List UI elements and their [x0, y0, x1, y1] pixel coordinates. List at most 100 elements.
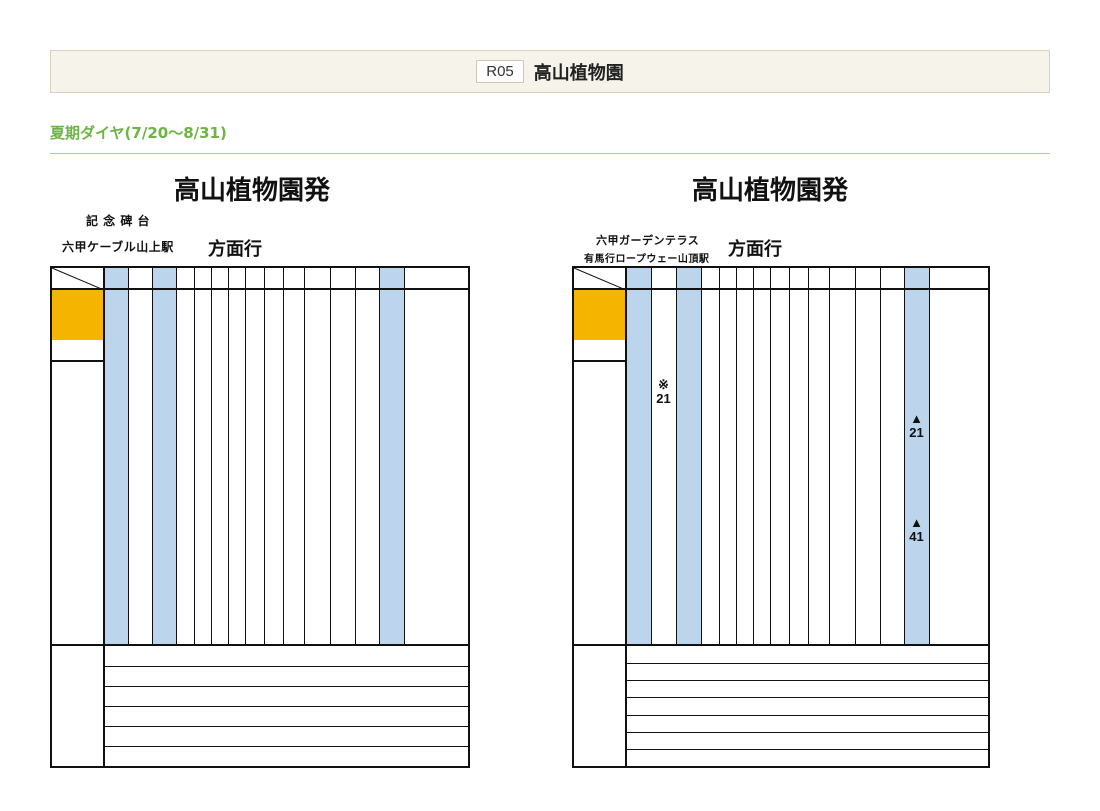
hour-header	[789, 267, 808, 289]
hour-stripe	[676, 290, 701, 644]
destination-suffix: 方面行	[728, 239, 782, 260]
corner-diagonal	[51, 267, 104, 290]
column-line	[404, 266, 405, 644]
stop-header: R05 高山植物園	[50, 50, 1050, 93]
column-line	[283, 266, 284, 644]
hour-header	[808, 267, 829, 289]
hour-header	[880, 267, 904, 289]
hour-header	[753, 267, 770, 289]
column-line	[194, 266, 195, 644]
hour-header	[904, 267, 929, 289]
timetable-grid-left	[50, 266, 470, 768]
column-line	[880, 266, 881, 644]
minute-entry-marked: ※ 21	[651, 378, 676, 406]
note-row	[626, 680, 988, 697]
minute-value: 41	[909, 529, 924, 544]
hour-header	[304, 267, 330, 289]
note-row	[626, 714, 988, 732]
hour-header	[404, 267, 429, 289]
hour-header	[355, 267, 379, 289]
stop-code-badge: R05	[476, 60, 524, 83]
hour-header	[719, 267, 736, 289]
corner-diagonal-line	[573, 267, 626, 290]
hour-header	[128, 267, 152, 289]
destination-suffix: 方面行	[208, 239, 262, 260]
column-line	[245, 266, 246, 644]
note-row	[104, 666, 468, 686]
hour-header	[676, 267, 701, 289]
column-line	[736, 266, 737, 644]
hour-header	[176, 267, 194, 289]
stop-name: 高山植物園	[533, 62, 624, 84]
hour-header	[929, 267, 954, 289]
column-line	[829, 266, 830, 644]
route-number-box	[574, 290, 625, 340]
column-line	[228, 266, 229, 644]
hour-stripe	[904, 290, 929, 644]
note-row	[104, 706, 468, 726]
hour-header	[701, 267, 719, 289]
timetable-grid-right: ※ 21 ▲ 21 ▲ 41	[572, 266, 990, 768]
hour-header	[264, 267, 283, 289]
hour-header	[855, 267, 880, 289]
hour-header	[152, 267, 176, 289]
minute-value: 21	[909, 425, 924, 440]
hour-header	[104, 267, 128, 289]
note-row	[626, 748, 988, 766]
hour-header	[245, 267, 264, 289]
hour-header	[194, 267, 211, 289]
column-line	[128, 266, 129, 644]
column-line	[701, 266, 702, 644]
header-divider	[572, 288, 990, 290]
route-label	[574, 342, 625, 362]
hour-header	[330, 267, 355, 289]
minute-entry-marked: ▲ 21	[904, 412, 929, 440]
note-row	[626, 663, 988, 680]
hour-header	[829, 267, 855, 289]
header-divider	[50, 288, 470, 290]
column-line	[264, 266, 265, 644]
hour-header	[770, 267, 789, 289]
column-line	[808, 266, 809, 644]
column-line	[753, 266, 754, 644]
column-line	[379, 266, 380, 644]
note-row	[626, 646, 988, 663]
timetable-title: 高山植物園発	[692, 176, 849, 206]
hour-header	[283, 267, 304, 289]
corner-diagonal	[573, 267, 626, 290]
column-line	[719, 266, 720, 644]
route-label	[52, 342, 103, 362]
timetable-title: 高山植物園発	[174, 176, 331, 206]
hour-header	[379, 267, 404, 289]
note-row	[104, 686, 468, 706]
column-line	[355, 266, 356, 644]
hour-stripe	[104, 290, 128, 644]
hour-stripe	[152, 290, 176, 644]
column-line	[770, 266, 771, 644]
hour-header	[651, 267, 676, 289]
hour-header	[211, 267, 228, 289]
season-divider	[50, 153, 1050, 154]
triangle-mark-icon: ▲	[910, 515, 923, 530]
season-label: 夏期ダイヤ(7/20～8/31)	[50, 124, 227, 142]
note-row	[104, 746, 468, 766]
hour-stripe	[379, 290, 404, 644]
note-row	[626, 697, 988, 714]
note-mark: ※	[658, 377, 669, 392]
column-line	[676, 266, 677, 644]
column-line	[330, 266, 331, 644]
column-line	[304, 266, 305, 644]
note-row	[104, 726, 468, 746]
route-number-box	[52, 290, 103, 340]
hour-header	[626, 267, 651, 289]
column-line	[855, 266, 856, 644]
column-line	[176, 266, 177, 644]
destination-line-2: 六甲ケーブル山上駅	[62, 240, 174, 254]
column-line	[929, 266, 930, 644]
minute-value: 21	[656, 391, 671, 406]
note-row	[104, 646, 468, 666]
hour-header	[228, 267, 245, 289]
note-row	[626, 731, 988, 749]
column-line	[904, 266, 905, 644]
triangle-mark-icon: ▲	[910, 411, 923, 426]
